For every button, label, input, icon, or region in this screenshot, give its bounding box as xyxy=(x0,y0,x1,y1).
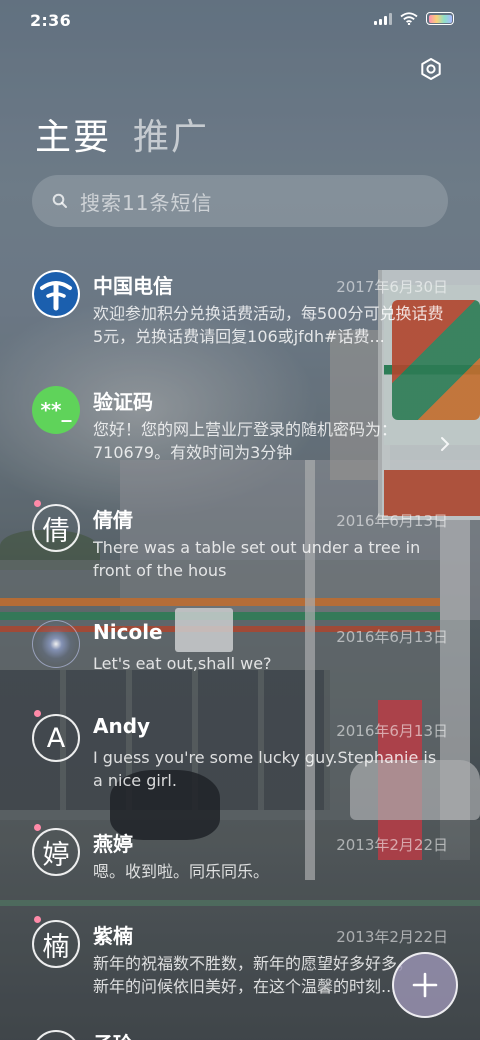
contact-name: 子玲 xyxy=(93,1028,133,1040)
search-icon xyxy=(52,193,67,208)
unread-dot xyxy=(34,710,41,717)
tab-main[interactable]: 主要 xyxy=(35,108,111,160)
contact-name: 倩倩 xyxy=(93,508,133,532)
gear-icon xyxy=(421,58,441,80)
message-date: 2013年2月22日 xyxy=(336,836,448,854)
status-time: 2:36 xyxy=(30,11,71,30)
settings-button[interactable] xyxy=(414,52,448,86)
message-date: 2013年2月22日 xyxy=(336,928,448,946)
status-bar: 2:36 xyxy=(0,0,480,40)
contact-name: 燕婷 xyxy=(93,832,133,856)
china-telecom-avatar xyxy=(32,270,80,318)
signal-icon xyxy=(374,12,392,25)
message-date: 2016年6月13日 xyxy=(336,722,448,740)
tab-bar: 主要 推广 xyxy=(35,108,209,160)
tab-promotions[interactable]: 推广 xyxy=(133,108,209,160)
message-date: 2016年6月13日 xyxy=(336,628,448,646)
verification-avatar: **_ xyxy=(32,386,80,434)
contact-name: Andy xyxy=(93,714,151,738)
message-preview: 新年的祝福数不胜数，新年的愿望好多好多，新年的问候依旧美好，在这个温馨的时刻..… xyxy=(93,954,414,996)
compose-button[interactable] xyxy=(392,952,458,1018)
list-item[interactable]: 倩 倩倩 2016年6月13日 There was a table set ou… xyxy=(0,496,480,606)
message-preview: 嗯。收到啦。同乐同乐。 xyxy=(93,862,270,881)
search-placeholder: 搜索11条短信 xyxy=(80,190,213,215)
plus-icon xyxy=(412,972,438,998)
message-date: 2017年6月30日 xyxy=(336,278,448,296)
contact-name: 紫楠 xyxy=(93,924,133,948)
message-preview: 您好！您的网上营业厅登录的随机密码为：710679。有效时间为3分钟 xyxy=(93,420,398,462)
message-preview: I guess you're some lucky guy.Stephanie … xyxy=(93,748,437,790)
list-item[interactable]: A Andy 2016年6月13日 I guess you're some lu… xyxy=(0,706,480,816)
contact-name: 中国电信 xyxy=(93,274,173,298)
chevron-right-icon xyxy=(441,437,450,451)
avatar: 婷 xyxy=(32,828,80,876)
message-preview: There was a table set out under a tree i… xyxy=(93,538,421,580)
message-preview: 欢迎参加积分兑换话费活动，每500分可兑换话费5元，兑换话费请回复106或jfd… xyxy=(93,304,444,346)
contact-name: Nicole xyxy=(93,620,163,644)
unread-dot xyxy=(34,824,41,831)
battery-icon xyxy=(426,12,454,25)
avatar: 楠 xyxy=(32,920,80,968)
message-preview: Let's eat out,shall we? xyxy=(93,654,272,673)
contact-name: 验证码 xyxy=(93,390,153,414)
list-item[interactable]: 子玲 xyxy=(0,1024,480,1040)
avatar: 倩 xyxy=(32,504,80,552)
list-item[interactable]: 中国电信 2017年6月30日 欢迎参加积分兑换话费活动，每500分可兑换话费5… xyxy=(0,262,480,372)
unread-dot xyxy=(34,500,41,507)
avatar xyxy=(32,1030,80,1040)
avatar xyxy=(32,620,80,668)
list-item[interactable]: Nicole 2016年6月13日 Let's eat out,shall we… xyxy=(0,612,480,702)
wifi-icon xyxy=(400,12,418,25)
list-item[interactable]: **_ 验证码 您好！您的网上营业厅登录的随机密码为：710679。有效时间为3… xyxy=(0,378,480,488)
list-item[interactable]: 婷 燕婷 2013年2月22日 嗯。收到啦。同乐同乐。 xyxy=(0,820,480,910)
status-icons xyxy=(374,12,454,25)
unread-dot xyxy=(34,916,41,923)
search-input[interactable]: 搜索11条短信 xyxy=(32,175,448,227)
avatar: A xyxy=(32,714,80,762)
message-date: 2016年6月13日 xyxy=(336,512,448,530)
china-telecom-logo-icon xyxy=(34,272,78,316)
